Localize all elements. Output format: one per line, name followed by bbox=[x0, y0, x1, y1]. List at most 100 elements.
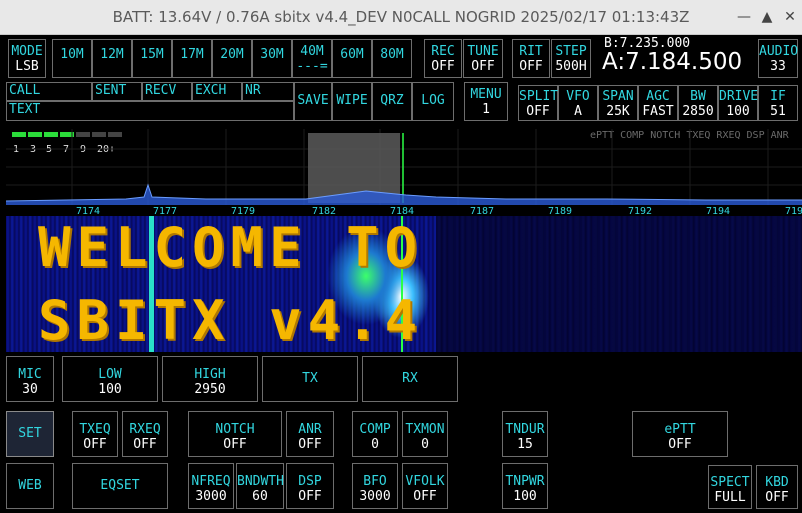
log-button[interactable]: LOG bbox=[412, 82, 454, 121]
exch-field[interactable]: EXCH bbox=[192, 82, 242, 101]
eqset-button[interactable]: EQSET bbox=[72, 463, 168, 509]
wipe-label: WIPE bbox=[336, 93, 368, 108]
step-button[interactable]: STEP 500H bbox=[551, 39, 591, 78]
tnpwr-control[interactable]: TNPWR 100 bbox=[502, 463, 548, 509]
menu-button[interactable]: MENU 1 bbox=[464, 82, 508, 121]
bw-button[interactable]: BW 2850 bbox=[678, 85, 718, 121]
band-label: 30M bbox=[260, 47, 284, 62]
bw-value: 2850 bbox=[682, 104, 714, 119]
nfreq-control[interactable]: NFREQ 3000 bbox=[188, 463, 234, 509]
kbd-button[interactable]: KBD OFF bbox=[756, 465, 798, 509]
txmon-control[interactable]: TXMON 0 bbox=[402, 411, 448, 457]
bfo-value: 3000 bbox=[359, 489, 391, 504]
save-button[interactable]: SAVE bbox=[294, 82, 332, 121]
menu-label: MENU bbox=[470, 87, 502, 102]
vfo-a-frequency[interactable]: A:7.184.500 bbox=[602, 49, 742, 75]
band-20m-button[interactable]: 20M bbox=[212, 39, 252, 78]
bfo-control[interactable]: BFO 3000 bbox=[352, 463, 398, 509]
vfo-label: VFO bbox=[566, 89, 590, 104]
bfo-label: BFO bbox=[363, 474, 387, 489]
band-12m-button[interactable]: 12M bbox=[92, 39, 132, 78]
web-button[interactable]: WEB bbox=[6, 463, 54, 509]
tx-label: TX bbox=[302, 371, 318, 386]
band-40m-marker: ---= bbox=[296, 59, 328, 74]
anr-button[interactable]: ANR OFF bbox=[286, 411, 334, 457]
eptt-label: ePTT bbox=[664, 422, 696, 437]
band-17m-button[interactable]: 17M bbox=[172, 39, 212, 78]
call-field[interactable]: CALL bbox=[6, 82, 92, 101]
band-80m-button[interactable]: 80M bbox=[372, 39, 412, 78]
recv-label: RECV bbox=[145, 83, 177, 98]
tx-button[interactable]: TX bbox=[262, 356, 358, 402]
drive-button[interactable]: DRIVE 100 bbox=[718, 85, 758, 121]
if-button[interactable]: IF 51 bbox=[758, 85, 798, 121]
high-control[interactable]: HIGH 2950 bbox=[162, 356, 258, 402]
comp-control[interactable]: COMP 0 bbox=[352, 411, 398, 457]
band-15m-button[interactable]: 15M bbox=[132, 39, 172, 78]
mic-value: 30 bbox=[22, 382, 38, 397]
mode-button[interactable]: MODE LSB bbox=[8, 39, 46, 78]
spect-label: SPECT bbox=[710, 475, 750, 490]
sent-label: SENT bbox=[95, 83, 127, 98]
save-label: SAVE bbox=[297, 93, 329, 108]
text-field[interactable]: TEXT bbox=[6, 101, 294, 121]
txeq-label: TXEQ bbox=[79, 422, 111, 437]
span-button[interactable]: SPAN 25K bbox=[598, 85, 638, 121]
low-control[interactable]: LOW 100 bbox=[62, 356, 158, 402]
close-icon[interactable]: ✕ bbox=[782, 9, 798, 25]
band-30m-button[interactable]: 30M bbox=[252, 39, 292, 78]
spect-value: FULL bbox=[714, 490, 746, 505]
txeq-button[interactable]: TXEQ OFF bbox=[72, 411, 118, 457]
band-40m-button[interactable]: 40M ---= bbox=[292, 39, 332, 78]
anr-label: ANR bbox=[298, 422, 322, 437]
txmon-value: 0 bbox=[421, 437, 429, 452]
high-value: 2950 bbox=[194, 382, 226, 397]
rx-label: RX bbox=[402, 371, 418, 386]
eptt-button[interactable]: ePTT OFF bbox=[632, 411, 728, 457]
vfolk-button[interactable]: VFOLK OFF bbox=[402, 463, 448, 509]
audio-button[interactable]: AUDIO 33 bbox=[758, 39, 798, 78]
anr-value: OFF bbox=[298, 437, 322, 452]
tune-label: TUNE bbox=[467, 44, 499, 59]
agc-button[interactable]: AGC FAST bbox=[638, 85, 678, 121]
set-button[interactable]: SET bbox=[6, 411, 54, 457]
recv-field[interactable]: RECV bbox=[142, 82, 192, 101]
tune-button[interactable]: TUNE OFF bbox=[463, 39, 503, 78]
bndwth-control[interactable]: BNDWTH 60 bbox=[236, 463, 284, 509]
eqset-label: EQSET bbox=[100, 478, 140, 493]
qrz-button[interactable]: QRZ bbox=[372, 82, 412, 121]
kbd-value: OFF bbox=[765, 490, 789, 505]
rx-button[interactable]: RX bbox=[362, 356, 458, 402]
nr-field[interactable]: NR bbox=[242, 82, 294, 101]
rec-button[interactable]: REC OFF bbox=[424, 39, 462, 78]
rxeq-label: RXEQ bbox=[129, 422, 161, 437]
tnpwr-label: TNPWR bbox=[505, 474, 545, 489]
rit-button[interactable]: RIT OFF bbox=[512, 39, 550, 78]
mic-control[interactable]: MIC 30 bbox=[6, 356, 54, 402]
tune-value: OFF bbox=[471, 59, 495, 74]
waterfall-noise bbox=[436, 216, 802, 352]
band-60m-button[interactable]: 60M bbox=[332, 39, 372, 78]
step-label: STEP bbox=[555, 44, 587, 59]
dsp-button[interactable]: DSP OFF bbox=[286, 463, 334, 509]
rit-label: RIT bbox=[519, 44, 543, 59]
band-label: 12M bbox=[100, 47, 124, 62]
vfo-button[interactable]: VFO A bbox=[558, 85, 598, 121]
notch-value: OFF bbox=[223, 437, 247, 452]
tndur-control[interactable]: TNDUR 15 bbox=[502, 411, 548, 457]
split-value: OFF bbox=[526, 104, 550, 119]
notch-button[interactable]: NOTCH OFF bbox=[188, 411, 282, 457]
bndwth-label: BNDWTH bbox=[237, 474, 284, 489]
spect-button[interactable]: SPECT FULL bbox=[708, 465, 752, 509]
spectrum-display[interactable] bbox=[6, 129, 802, 205]
drive-value: 100 bbox=[726, 104, 750, 119]
mic-label: MIC bbox=[18, 367, 42, 382]
maximize-icon[interactable]: ▲ bbox=[759, 9, 775, 25]
split-button[interactable]: SPLIT OFF bbox=[518, 85, 558, 121]
wipe-button[interactable]: WIPE bbox=[332, 82, 372, 121]
minimize-icon[interactable]: — bbox=[736, 9, 752, 25]
band-10m-button[interactable]: 10M bbox=[52, 39, 92, 78]
band-label: 17M bbox=[180, 47, 204, 62]
rxeq-button[interactable]: RXEQ OFF bbox=[122, 411, 168, 457]
sent-field[interactable]: SENT bbox=[92, 82, 142, 101]
